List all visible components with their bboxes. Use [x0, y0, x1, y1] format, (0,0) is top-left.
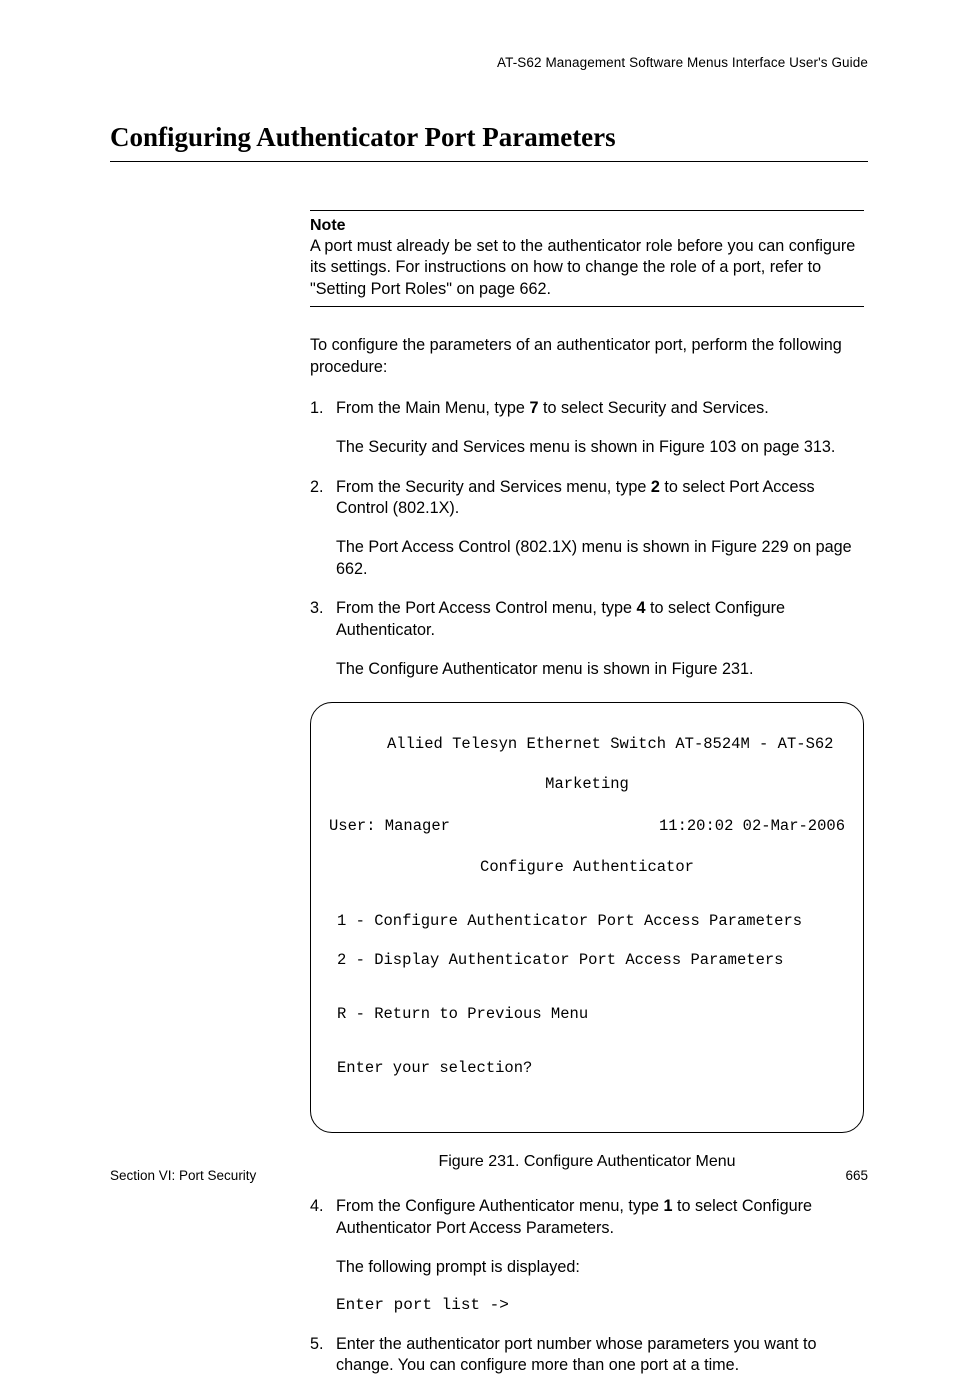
- step-mono-prompt: Enter port list ->: [336, 1295, 864, 1316]
- step-text: From the Main Menu, type 7 to select Sec…: [336, 399, 769, 417]
- step-text: From the Configure Authenticator menu, t…: [336, 1197, 812, 1236]
- step-sub: The Security and Services menu is shown …: [336, 437, 864, 458]
- terminal-screen: Allied Telesyn Ethernet Switch AT-8524M …: [310, 702, 864, 1133]
- terminal-datetime: 11:20:02 02-Mar-2006: [659, 817, 845, 837]
- main-content: Note A port must already be set to the a…: [310, 210, 864, 1376]
- note-body: A port must already be set to the authen…: [310, 236, 864, 300]
- terminal-prompt: Enter your selection?: [329, 1059, 845, 1079]
- terminal-figure: Allied Telesyn Ethernet Switch AT-8524M …: [310, 702, 864, 1133]
- page-footer: Section VI: Port Security 665: [110, 1168, 868, 1183]
- page-title: Configuring Authenticator Port Parameter…: [110, 122, 868, 162]
- terminal-option-1: 1 - Configure Authenticator Port Access …: [329, 912, 845, 932]
- step-2: From the Security and Services menu, typ…: [310, 477, 864, 581]
- step-1: From the Main Menu, type 7 to select Sec…: [310, 398, 864, 459]
- step-sub: The Configure Authenticator menu is show…: [336, 659, 864, 680]
- footer-section: Section VI: Port Security: [110, 1168, 256, 1183]
- note-box: Note A port must already be set to the a…: [310, 210, 864, 307]
- intro-paragraph: To configure the parameters of an authen…: [310, 335, 864, 378]
- page: AT-S62 Management Software Menus Interfa…: [0, 0, 954, 1235]
- note-label: Note: [310, 215, 864, 236]
- terminal-user: User: Manager: [329, 817, 450, 837]
- step-sub: The Port Access Control (802.1X) menu is…: [336, 537, 864, 580]
- terminal-return: R - Return to Previous Menu: [329, 1005, 845, 1025]
- procedure-list: From the Main Menu, type 7 to select Sec…: [310, 398, 864, 680]
- step-3: From the Port Access Control menu, type …: [310, 598, 864, 680]
- terminal-device-line: Allied Telesyn Ethernet Switch AT-8524M …: [329, 735, 845, 755]
- step-4: From the Configure Authenticator menu, t…: [310, 1196, 864, 1315]
- terminal-menu-title: Configure Authenticator: [329, 858, 845, 878]
- step-5: Enter the authenticator port number whos…: [310, 1334, 864, 1376]
- procedure-list-cont: From the Configure Authenticator menu, t…: [310, 1196, 864, 1376]
- footer-page-number: 665: [845, 1168, 868, 1183]
- terminal-subtitle: Marketing: [329, 775, 845, 795]
- terminal-option-2: 2 - Display Authenticator Port Access Pa…: [329, 951, 845, 971]
- terminal-user-row: User: Manager 11:20:02 02-Mar-2006: [329, 817, 845, 837]
- running-header: AT-S62 Management Software Menus Interfa…: [110, 55, 868, 70]
- step-text: From the Security and Services menu, typ…: [336, 478, 815, 517]
- step-text: Enter the authenticator port number whos…: [336, 1335, 817, 1374]
- step-text: From the Port Access Control menu, type …: [336, 599, 785, 638]
- step-sub: The following prompt is displayed:: [336, 1257, 864, 1278]
